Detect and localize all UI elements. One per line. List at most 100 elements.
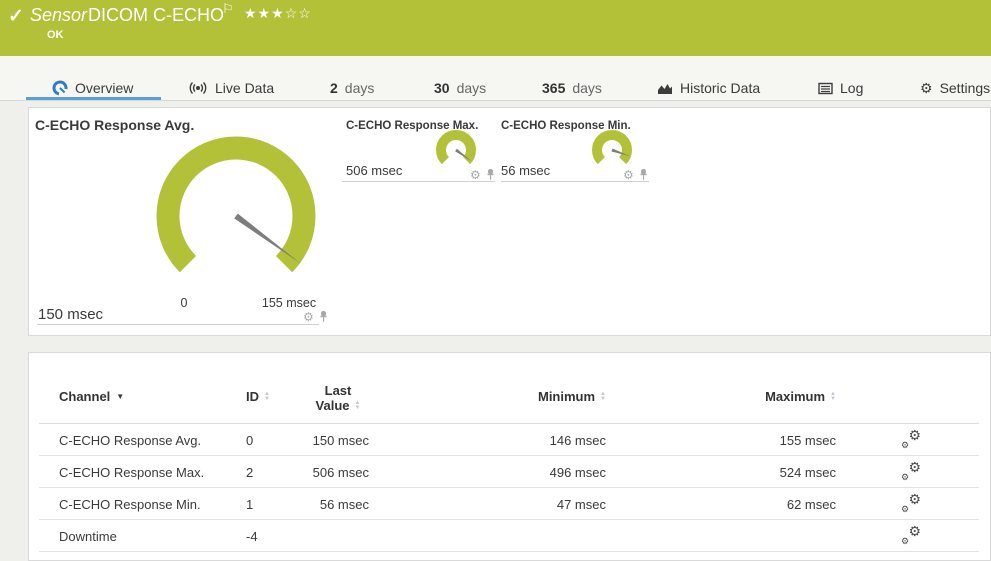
gear-icon: ⚙ (920, 80, 933, 97)
gears-icon: ⚙⚙ (901, 495, 921, 513)
column-header-maximum[interactable]: Maximum ▲▼ (686, 389, 836, 404)
column-header-last-label: Last (325, 383, 352, 398)
table-header-row: Channel ▼ ID ▲▼ Last Value ▲▼ Minimum ▲▼… (39, 383, 979, 424)
gauge-avg-scale-max: 155 msec (259, 296, 319, 310)
stars-filled[interactable]: ★★★ (244, 5, 285, 21)
column-header-channel[interactable]: Channel ▼ (59, 389, 239, 404)
column-header-minimum-label: Minimum (538, 389, 595, 404)
widget-pin-icon[interactable] (485, 168, 496, 181)
channel-settings-button[interactable]: ⚙⚙ (897, 520, 925, 552)
tab-historic-data-label: Historic Data (680, 80, 760, 96)
widget-gear-icon[interactable]: ⚙ (303, 311, 314, 323)
sensor-overview-page: ✓ Sensor DICOM C-ECHO ⚐ ★★★☆☆ OK Overvie… (0, 0, 991, 561)
stars-empty[interactable]: ☆☆ (285, 5, 312, 21)
gauge-max-divider (342, 181, 495, 182)
widget-pin-icon[interactable] (318, 310, 329, 323)
table-row: C-ECHO Response Min. 1 56 msec 47 msec 6… (39, 488, 979, 520)
tab-30-days-label: days (457, 80, 487, 96)
channel-last-value: 56 msec (269, 488, 369, 520)
gauge-max-dial (434, 128, 478, 172)
tab-settings[interactable]: ⚙ Settings (920, 78, 990, 98)
table-row: C-ECHO Response Max. 2 506 msec 496 msec… (39, 456, 979, 488)
gears-icon: ⚙⚙ (901, 431, 921, 449)
broadcast-icon (188, 81, 208, 95)
tab-log[interactable]: Log (818, 78, 863, 98)
log-list-icon (818, 82, 833, 95)
gauge-min-value: 56 msec (501, 163, 550, 178)
active-tab-underline (26, 97, 161, 100)
column-header-channel-label: Channel (59, 389, 110, 404)
tab-365-days-label: days (572, 80, 602, 96)
sensor-status-header: ✓ Sensor DICOM C-ECHO ⚐ ★★★☆☆ OK (0, 0, 991, 56)
tab-365-days-number: 365 (542, 80, 565, 96)
gauge-icon (52, 80, 68, 96)
area-chart-icon (657, 82, 673, 95)
tab-overview[interactable]: Overview (52, 78, 133, 98)
gauge-min-divider (501, 181, 649, 182)
widget-gear-icon[interactable]: ⚙ (623, 169, 634, 181)
gauges-panel: C-ECHO Response Avg. 0 155 msec 150 msec… (28, 107, 991, 336)
tab-365-days[interactable]: 365 days (542, 78, 602, 98)
gears-icon: ⚙⚙ (901, 463, 921, 481)
sensor-title: DICOM C-ECHO (88, 5, 224, 26)
tab-settings-label: Settings (940, 80, 991, 96)
column-header-minimum[interactable]: Minimum ▲▼ (456, 389, 606, 404)
object-kind-label: Sensor (30, 5, 87, 26)
gauge-avg-divider (37, 324, 319, 325)
tab-historic-data[interactable]: Historic Data (657, 78, 760, 98)
gauge-min-widget-icons: ⚙ (623, 168, 649, 181)
tab-2-days[interactable]: 2 days (330, 78, 374, 98)
channel-maximum: 62 msec (686, 488, 836, 520)
tab-log-label: Log (840, 80, 863, 96)
priority-stars[interactable]: ★★★☆☆ (244, 5, 312, 22)
channel-minimum: 47 msec (456, 488, 606, 520)
channel-maximum: 524 msec (686, 456, 836, 488)
channel-minimum: 146 msec (456, 424, 606, 456)
gauge-max-value: 506 msec (346, 163, 402, 178)
channel-name: Downtime (59, 520, 239, 552)
tab-live-data-label: Live Data (215, 80, 274, 96)
tab-overview-label: Overview (75, 80, 133, 96)
column-header-id-label: ID (246, 389, 259, 404)
column-header-value-label: Value (316, 398, 350, 413)
column-header-maximum-label: Maximum (765, 389, 825, 404)
channel-minimum (456, 520, 606, 552)
column-header-id[interactable]: ID ▲▼ (246, 389, 286, 404)
channel-name: C-ECHO Response Min. (59, 488, 239, 520)
table-row: Downtime -4 ⚙⚙ (39, 520, 979, 552)
channel-name: C-ECHO Response Avg. (59, 424, 239, 456)
channel-name: C-ECHO Response Max. (59, 456, 239, 488)
tab-live-data[interactable]: Live Data (188, 78, 274, 98)
channel-maximum (686, 520, 836, 552)
channel-maximum: 155 msec (686, 424, 836, 456)
tab-2-days-label: days (345, 80, 375, 96)
channel-last-value: 150 msec (269, 424, 369, 456)
channel-minimum: 496 msec (456, 456, 606, 488)
gauge-avg-scale-min: 0 (174, 296, 194, 310)
sort-caret-down-icon: ▼ (116, 392, 124, 401)
gauge-min-dial (590, 128, 634, 172)
channels-table-panel: Channel ▼ ID ▲▼ Last Value ▲▼ Minimum ▲▼… (28, 352, 991, 561)
channel-settings-button[interactable]: ⚙⚙ (897, 424, 925, 456)
widget-gear-icon[interactable]: ⚙ (470, 169, 481, 181)
flag-icon[interactable]: ⚐ (222, 1, 234, 17)
channel-last-value: 506 msec (269, 456, 369, 488)
gauge-max-widget-icons: ⚙ (470, 168, 496, 181)
status-badge: OK (47, 29, 64, 41)
gauge-avg-widget-icons: ⚙ (303, 310, 329, 323)
sort-arrows-icon: ▲▼ (830, 392, 836, 402)
tab-30-days-number: 30 (434, 80, 450, 96)
channel-settings-button[interactable]: ⚙⚙ (897, 456, 925, 488)
tab-30-days[interactable]: 30 days (434, 78, 486, 98)
status-ok-check-icon: ✓ (8, 5, 24, 28)
tab-2-days-number: 2 (330, 80, 338, 96)
channel-settings-button[interactable]: ⚙⚙ (897, 488, 925, 520)
table-row: C-ECHO Response Avg. 0 150 msec 146 msec… (39, 424, 979, 456)
channel-last-value (269, 520, 369, 552)
sort-arrows-icon: ▲▼ (355, 401, 361, 411)
column-header-last-value[interactable]: Last Value ▲▼ (293, 383, 383, 413)
widget-pin-icon[interactable] (638, 168, 649, 181)
gauge-avg-value: 150 msec (38, 306, 103, 323)
gauge-avg-dial (141, 121, 331, 311)
gears-icon: ⚙⚙ (901, 527, 921, 545)
